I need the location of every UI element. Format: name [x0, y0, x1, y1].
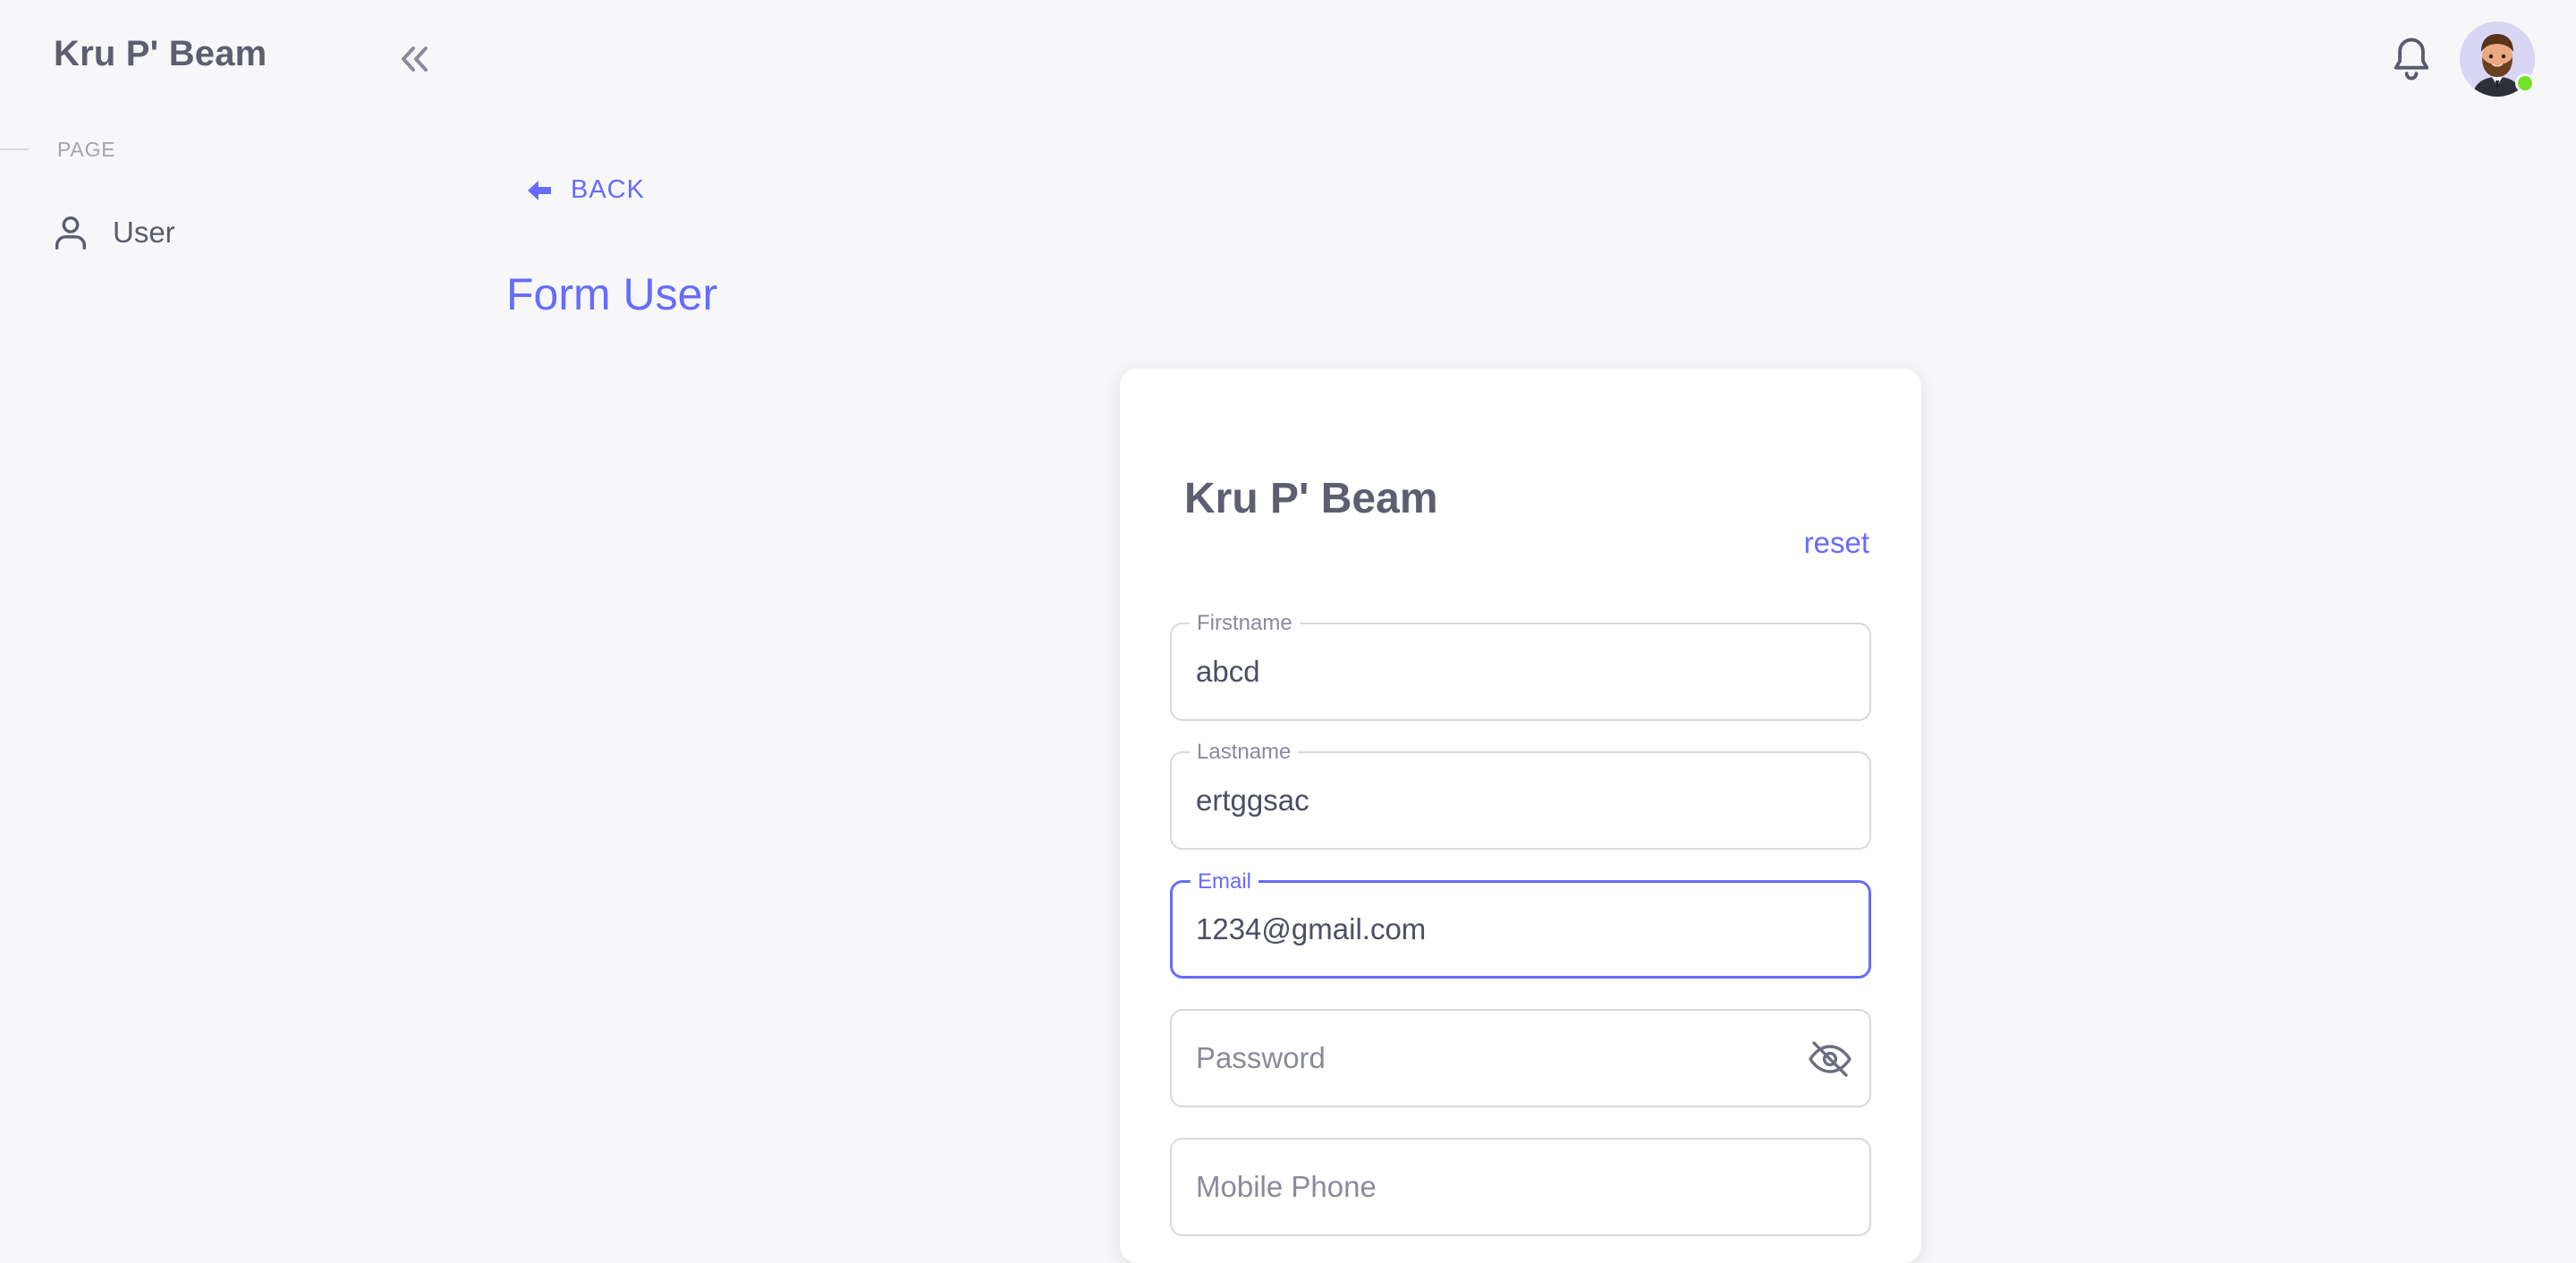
lastname-value: ertggsac [1196, 784, 1309, 817]
lastname-field[interactable]: Lastname ertggsac [1170, 740, 1871, 850]
email-field[interactable]: Email 1234@gmail.com [1170, 869, 1871, 979]
sidebar-item-label: User [113, 216, 175, 249]
password-placeholder: Password [1196, 1041, 1326, 1074]
user-form-card: Kru P' Beam reset Firstname abcd Lastnam… [1120, 369, 1921, 1263]
collapse-sidebar-button[interactable] [394, 38, 436, 81]
eye-off-icon [1809, 1041, 1852, 1077]
brand-title: Kru P' Beam [54, 34, 267, 73]
user-icon [55, 216, 87, 250]
toggle-password-visibility-button[interactable] [1807, 1038, 1853, 1081]
sidebar-item-user[interactable]: User [50, 209, 175, 256]
back-button[interactable]: BACK [526, 175, 645, 205]
user-avatar-button[interactable] [2460, 21, 2535, 97]
double-chevron-left-icon [402, 47, 428, 72]
reset-button[interactable]: reset [1804, 526, 1869, 560]
arrow-left-icon [528, 180, 551, 200]
firstname-value: abcd [1196, 655, 1260, 688]
online-status-indicator [2515, 73, 2535, 93]
section-label: PAGE [57, 138, 116, 161]
bell-icon [2394, 38, 2429, 81]
mobile-phone-placeholder: Mobile Phone [1196, 1170, 1377, 1203]
password-field[interactable]: Password [1170, 1009, 1871, 1107]
notification-button[interactable] [2388, 34, 2435, 84]
firstname-field[interactable]: Firstname abcd [1170, 611, 1871, 721]
card-title: Kru P' Beam [1184, 475, 1438, 522]
section-divider [0, 148, 29, 150]
back-label: BACK [571, 175, 645, 204]
email-value: 1234@gmail.com [1196, 912, 1427, 945]
page-title: Form User [506, 269, 718, 319]
